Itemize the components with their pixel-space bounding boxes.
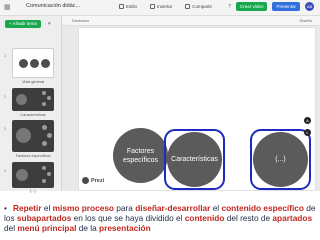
caption-part: para <box>114 203 136 213</box>
layout-button[interactable]: Diseño <box>300 18 312 23</box>
topic-factores-especificos[interactable]: Factores específicos <box>113 128 168 183</box>
thumb-subtopic-dot <box>42 125 47 130</box>
tab-label: Insertar <box>157 4 173 9</box>
tab-label: Compartir <box>192 4 213 9</box>
caption-part: subapartados <box>16 213 72 223</box>
thumb-subtopic-dot <box>47 133 52 138</box>
present-button[interactable]: Presentar <box>272 2 300 11</box>
topic-label: Características <box>171 156 218 163</box>
thumb-subtopic-dot <box>42 141 47 146</box>
document-title[interactable]: Comunicación didác... <box>26 3 80 9</box>
slide-label: Vista general <box>21 80 45 84</box>
slide-thumbnail-caracteristicas[interactable] <box>12 88 54 111</box>
thumb-subtopic-dot <box>47 96 51 100</box>
caption-part: Repetir <box>13 203 42 213</box>
apps-grid-icon[interactable]: ▦ <box>4 3 11 12</box>
caption-text: Repetir el mismo proceso para diseñar-de… <box>4 203 316 233</box>
slide-number: 3 <box>4 126 7 131</box>
create-video-button[interactable]: Crear vídeo <box>235 2 268 11</box>
tab-compartir[interactable]: Compartir <box>182 2 215 11</box>
caption-part: el <box>210 203 222 213</box>
caption-part: del resto de <box>224 213 273 223</box>
topic-more[interactable]: (...) <box>253 132 308 187</box>
prezi-logo-text: Prezi <box>91 177 105 184</box>
topic-label: (...) <box>275 156 286 163</box>
canvas-toolbar: Deshacer Diseño <box>62 16 320 26</box>
prezi-logo-icon <box>82 177 89 184</box>
caption-part: contenido <box>184 213 225 223</box>
thumb-topic-dot <box>41 59 50 68</box>
tab-label: Estilo <box>126 4 138 9</box>
style-icon <box>119 4 124 9</box>
help-icon[interactable]: ? <box>228 4 231 10</box>
slide-caption: • Repetir el mismo proceso para diseñar-… <box>4 203 317 233</box>
topic-caracteristicas[interactable]: Características <box>167 132 222 187</box>
slide-number: 1 <box>4 53 7 58</box>
caption-part: de la <box>76 223 100 233</box>
slide-label: Factores específicos <box>15 154 51 158</box>
share-icon <box>185 4 191 9</box>
caption-part: presentación <box>99 223 151 233</box>
slide-number: 4 <box>4 168 7 173</box>
thumb-subtopic-dot <box>42 166 46 170</box>
presentation-canvas[interactable]: Factores específicos Características (..… <box>79 28 315 190</box>
chevron-down-icon[interactable]: ▾ <box>48 21 51 27</box>
insert-icon <box>150 4 156 9</box>
topic-label: Factores específicos <box>122 147 159 164</box>
tab-estilo[interactable]: Estilo <box>116 2 140 11</box>
avatar[interactable]: AB <box>305 2 314 11</box>
add-topic-button[interactable]: + Añadir tema <box>5 20 41 28</box>
caption-part: apartados <box>272 213 313 223</box>
slide-thumbnail-factores[interactable] <box>12 120 54 152</box>
thumb-topic-dot <box>16 169 28 181</box>
caption-part: diseñar-desarrollar <box>135 203 211 213</box>
toolbar-tabs: Estilo Insertar Compartir <box>116 2 215 11</box>
caption-part: en los que se haya dividido el <box>71 213 185 223</box>
thumb-subtopic-dot <box>42 179 46 183</box>
slide-number: 2 <box>4 94 7 99</box>
caption-part: mismo proceso <box>52 203 114 213</box>
thumb-topic-dot <box>19 59 28 68</box>
frame-handle-bottom[interactable]: L <box>304 129 311 136</box>
slide-thumbnail-more[interactable] <box>12 162 54 188</box>
undo-button[interactable]: Deshacer <box>72 18 89 23</box>
bullet-point: • <box>4 203 7 213</box>
thumb-subtopic-dot <box>47 172 51 176</box>
titlebar-actions: ? Crear vídeo Presentar AB <box>228 2 314 11</box>
thumb-subtopic-dot <box>42 102 46 106</box>
thumb-topic-dot <box>16 94 27 105</box>
caption-part: del <box>4 223 18 233</box>
thumb-topic-dot <box>30 59 39 68</box>
caption-part: contenido específico <box>221 203 304 213</box>
thumb-subtopic-dot <box>42 91 46 95</box>
slide-thumbnail-overview[interactable] <box>12 48 54 78</box>
prezi-logo: Prezi <box>82 177 104 184</box>
frame-handle-top[interactable]: A <box>304 117 311 124</box>
slide-label: Características <box>20 113 46 117</box>
app-titlebar: ▦ Comunicación didác... Estilo Insertar … <box>0 0 320 16</box>
tab-insertar[interactable]: Insertar <box>147 2 175 11</box>
thumb-topic-dot <box>16 128 31 143</box>
caption-part: el <box>41 203 53 213</box>
caption-part: menú principal <box>17 223 77 233</box>
slides-sidebar: + Añadir tema ▾ 1 Vista general 2 Caract… <box>0 16 62 193</box>
